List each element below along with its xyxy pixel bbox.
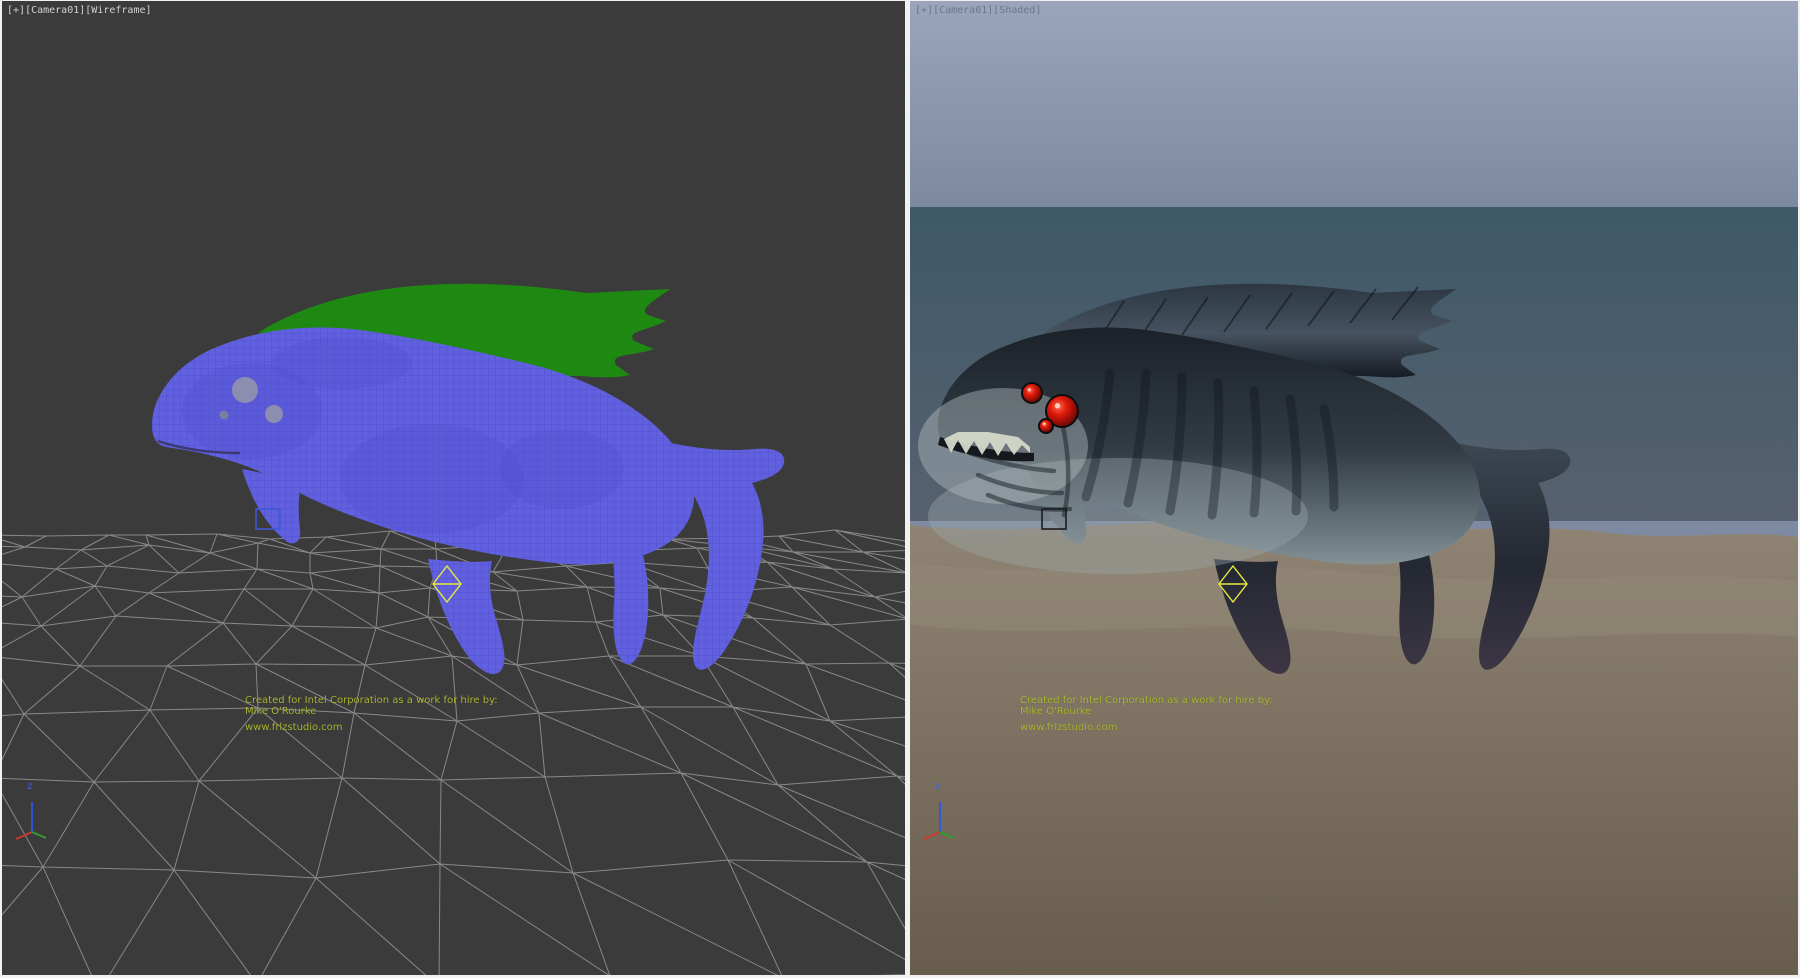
watermark-line: www.frlzstudio.com — [245, 722, 498, 733]
watermark-line: Created for Intel Corporation as a work … — [1020, 695, 1273, 706]
axis-tripod-icon — [12, 792, 52, 842]
watermark-line: Created for Intel Corporation as a work … — [245, 695, 498, 706]
viewport-label-right: [+][Camera01][Shaded] — [915, 4, 1041, 18]
shaded-scene-canvas[interactable] — [910, 1, 1798, 975]
fish-eye-red — [1023, 384, 1041, 402]
viewport-wireframe[interactable]: [+][Camera01][Wireframe] Created for Int… — [2, 1, 905, 975]
license-watermark: Created for Intel Corporation as a work … — [245, 695, 498, 733]
axis-tripod-icon — [920, 792, 960, 842]
watermark-line: Mike O'Rourke — [245, 706, 498, 717]
viewport-pov-menu[interactable]: [Camera01] — [25, 5, 85, 16]
viewport-general-menu[interactable]: [+] — [915, 5, 933, 16]
license-watermark: Created for Intel Corporation as a work … — [1020, 695, 1273, 733]
viewport-pov-menu[interactable]: [Camera01] — [933, 5, 993, 16]
viewport-label-left: [+][Camera01][Wireframe] — [7, 4, 152, 18]
fish-eye-red — [1040, 420, 1052, 432]
watermark-line: Mike O'Rourke — [1020, 706, 1273, 717]
axis-z-label: z — [27, 781, 32, 792]
wireframe-scene-canvas[interactable] — [2, 1, 905, 975]
watermark-line: www.frlzstudio.com — [1020, 722, 1273, 733]
world-axis-gizmo: z — [12, 781, 54, 847]
viewport-general-menu[interactable]: [+] — [7, 5, 25, 16]
world-axis-gizmo: z — [920, 781, 962, 847]
viewport-shaded[interactable]: [+][Camera01][Shaded] Created for Intel … — [910, 1, 1798, 975]
viewport-shading-menu[interactable]: [Shaded] — [993, 5, 1041, 16]
axis-z-label: z — [935, 781, 940, 792]
viewport-layout: [+][Camera01][Wireframe] Created for Int… — [0, 0, 1800, 978]
fish-eye — [265, 405, 283, 423]
fish-eye — [232, 377, 258, 403]
sky — [910, 1, 1798, 209]
viewport-shading-menu[interactable]: [Wireframe] — [85, 5, 151, 16]
